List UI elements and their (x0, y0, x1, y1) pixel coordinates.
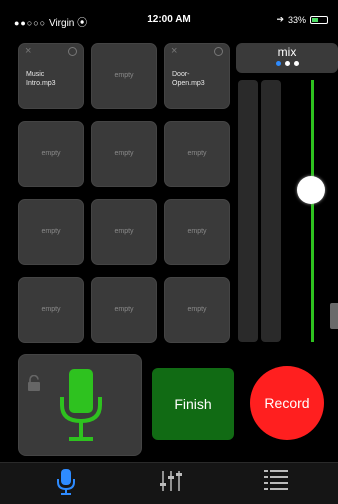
tab-mixer[interactable] (114, 463, 226, 504)
tab-list[interactable] (218, 463, 330, 504)
mix-header[interactable]: mix (236, 43, 338, 73)
sound-pad-label: empty (187, 228, 207, 235)
sound-pad[interactable]: empty (18, 277, 84, 343)
microphone-pad[interactable] (18, 354, 142, 456)
mixer-sliders-icon (160, 471, 182, 491)
lock-icon[interactable] (27, 375, 41, 391)
page-dot (284, 61, 290, 66)
sound-pad[interactable]: empty (91, 121, 157, 187)
sound-pad-label: Door- Open.mp3 (172, 71, 205, 87)
status-right: ➔ 33% (276, 14, 328, 25)
page-indicator (236, 61, 338, 66)
sound-pad[interactable]: empty (91, 277, 157, 343)
location-icon: ➔ (276, 14, 284, 24)
level-meter-right (261, 80, 281, 342)
record-button[interactable]: Record (250, 366, 324, 440)
volume-fader-knob[interactable] (297, 176, 325, 205)
loop-toggle-icon[interactable] (214, 47, 223, 56)
sound-pad-label: empty (41, 306, 61, 313)
sound-pad[interactable]: × Music Intro.mp3 (18, 43, 84, 109)
volume-fader-track[interactable] (311, 80, 314, 342)
sound-pad[interactable]: empty (164, 199, 230, 265)
sound-pad-label: empty (41, 228, 61, 235)
battery-icon (310, 15, 328, 24)
remove-sound-icon[interactable]: × (25, 45, 31, 57)
sound-pad-label: empty (41, 150, 61, 157)
list-icon (264, 470, 288, 490)
sound-pad-label: empty (187, 306, 207, 313)
microphone-icon (60, 369, 102, 441)
sound-pad[interactable]: empty (91, 43, 157, 109)
sound-pad-label: empty (114, 72, 134, 79)
battery-percent: 33% (287, 14, 306, 25)
sound-pad[interactable]: empty (164, 277, 230, 343)
sound-pad[interactable]: × Door- Open.mp3 (164, 43, 230, 109)
tab-bar (0, 462, 338, 504)
sound-pad[interactable]: empty (164, 121, 230, 187)
side-drawer-handle[interactable] (330, 303, 338, 329)
page-dot (275, 61, 281, 66)
sound-pad-label: empty (114, 306, 134, 313)
sound-pad-label: empty (187, 150, 207, 157)
sound-pad-label: Music Intro.mp3 (26, 71, 56, 87)
remove-sound-icon[interactable]: × (171, 45, 177, 57)
status-bar: ●●○○○ Virgin ⦿ 12:00 AM ➔ 33% (0, 0, 338, 40)
level-meter-left (238, 80, 258, 342)
sound-pad-label: empty (114, 150, 134, 157)
page-dot (293, 61, 299, 66)
sound-pad-label: empty (114, 228, 134, 235)
tab-record[interactable] (10, 463, 122, 504)
sound-pad[interactable]: empty (91, 199, 157, 265)
microphone-icon (57, 469, 75, 495)
finish-button[interactable]: Finish (152, 368, 234, 440)
loop-toggle-icon[interactable] (68, 47, 77, 56)
sound-pad[interactable]: empty (18, 199, 84, 265)
mix-title: mix (277, 45, 297, 59)
sound-pad[interactable]: empty (18, 121, 84, 187)
